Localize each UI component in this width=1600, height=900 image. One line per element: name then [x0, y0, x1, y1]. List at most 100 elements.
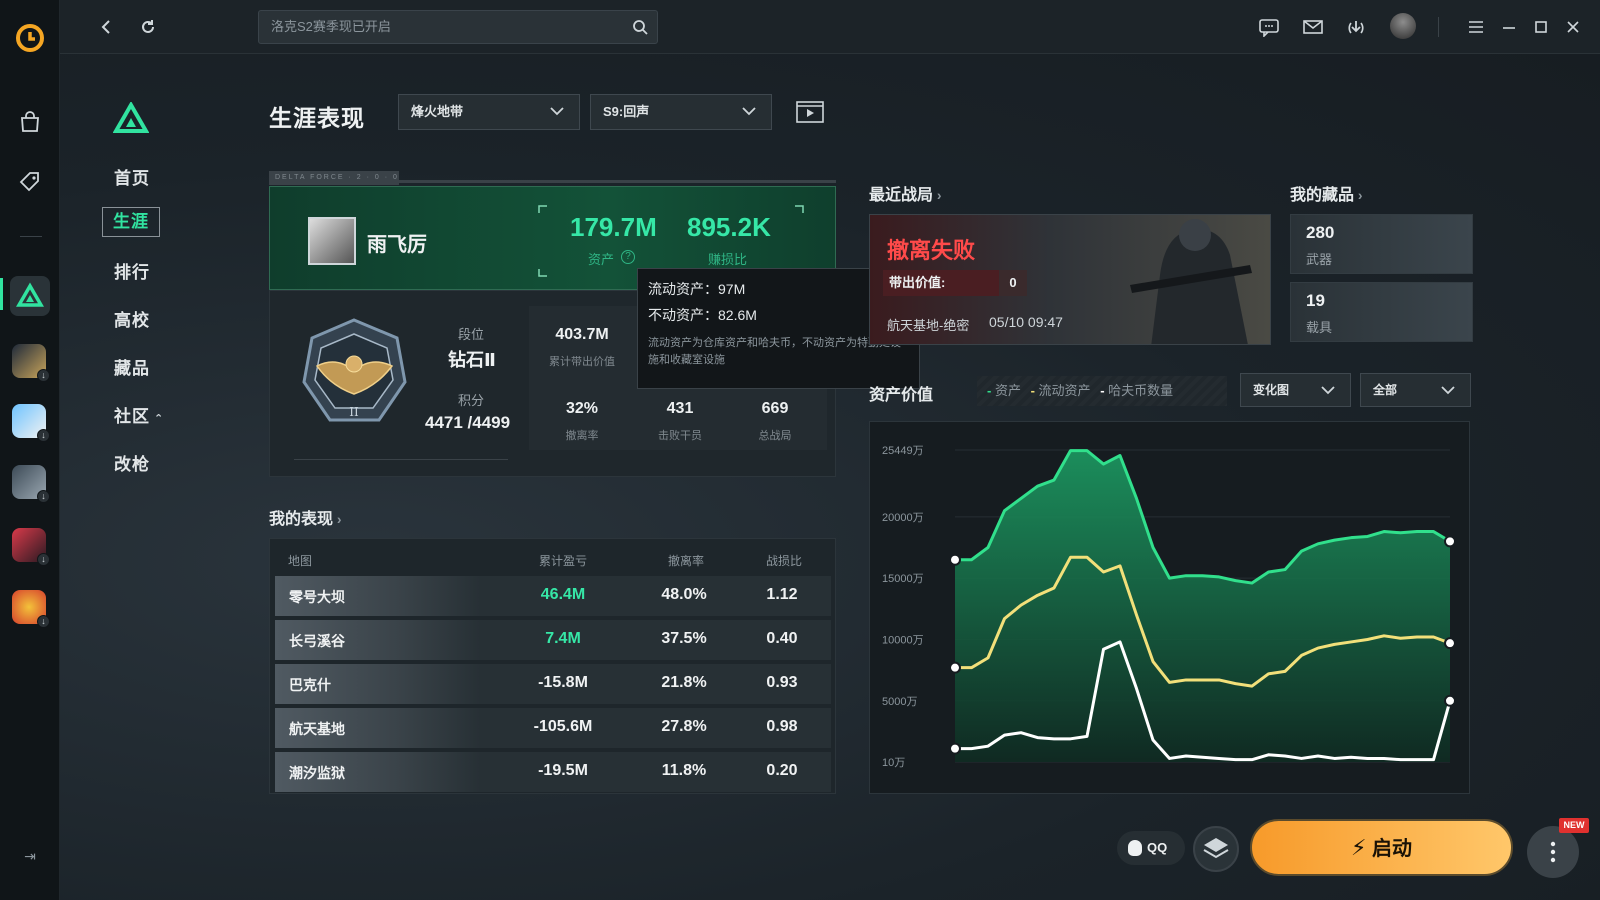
- chat-icon[interactable]: [1256, 14, 1282, 40]
- carried-value: 403.7M: [555, 326, 609, 343]
- vehicles-collection[interactable]: 19 载具: [1290, 282, 1473, 342]
- mail-icon[interactable]: [1300, 14, 1326, 40]
- recent-battle-card[interactable]: 撤离失败 带出价值: 0 航天基地-绝密 05/10 09:47: [869, 214, 1271, 345]
- asset-chart: 25449万 20000万 15000万 10000万 5000万 10万: [882, 445, 1456, 769]
- map-name: 零号大坝: [289, 589, 345, 605]
- table-row[interactable]: 长弓溪谷 7.4M 37.5% 0.40: [275, 620, 831, 660]
- close-icon[interactable]: [1560, 14, 1586, 40]
- subnav-collection[interactable]: 藏品: [114, 354, 150, 379]
- maximize-icon[interactable]: [1528, 14, 1554, 40]
- table-row[interactable]: 航天基地 -105.6M 27.8% 0.98: [275, 708, 831, 748]
- qq-label: QQ: [1147, 840, 1168, 855]
- rail-active-indicator: [0, 278, 3, 310]
- chevron-down-icon: [742, 107, 756, 116]
- series-endpoint[interactable]: [1444, 694, 1456, 707]
- map-name: 潮汐监狱: [289, 765, 345, 781]
- delta-force-logo-icon: [112, 100, 150, 139]
- more-options-button[interactable]: [1527, 826, 1579, 878]
- vehicles-count: 19: [1306, 291, 1325, 310]
- legend-coins: 哈夫币数量: [1108, 383, 1174, 398]
- soldier-game-icon[interactable]: ↓: [12, 465, 50, 503]
- download-icon: ↓: [37, 369, 50, 382]
- chart-view-select[interactable]: 变化图: [1240, 373, 1351, 407]
- kd-cell: 0.93: [766, 674, 798, 691]
- y-tick-label: 10万: [882, 757, 905, 769]
- launch-label: 启动: [1372, 838, 1412, 860]
- delta-force-game-icon[interactable]: [10, 276, 50, 316]
- expand-rail-icon[interactable]: ⇥: [20, 846, 40, 866]
- weapons-collection[interactable]: 280 武器: [1290, 214, 1473, 274]
- panda-game-icon[interactable]: ↓: [12, 404, 50, 442]
- table-row[interactable]: 零号大坝 46.4M 48.0% 1.12: [275, 576, 831, 616]
- series-endpoint[interactable]: [1444, 535, 1456, 548]
- series-endpoint[interactable]: [949, 553, 961, 566]
- download-icon: ↓: [37, 553, 50, 566]
- assets-area: [955, 450, 1450, 762]
- launch-button[interactable]: ⚡ 启动: [1250, 819, 1513, 876]
- y-tick-label: 10000万: [882, 634, 924, 646]
- map-name: 长弓溪谷: [289, 633, 345, 649]
- chart-legend: - 资产 - 流动资产 - 哈夫币数量: [977, 376, 1227, 406]
- escape-rate-value: 32%: [565, 400, 599, 417]
- series-endpoint[interactable]: [949, 661, 961, 674]
- card-tab: DELTA FORCE · 2 · 0 · 0 · 5: [269, 171, 399, 195]
- recent-battle-title[interactable]: 最近战局 ›: [869, 181, 942, 205]
- layers-icon[interactable]: [1193, 826, 1239, 872]
- search-icon[interactable]: [627, 14, 653, 40]
- store-bag-icon[interactable]: [10, 102, 50, 142]
- series-endpoint[interactable]: [1444, 637, 1456, 650]
- rail-divider: [20, 236, 42, 237]
- chart-range-select[interactable]: 全部: [1360, 373, 1471, 407]
- season-select[interactable]: S9:回声: [590, 94, 772, 130]
- assets-value: 179.7M: [570, 212, 657, 242]
- player-avatar[interactable]: [308, 217, 356, 265]
- crossfire-game-icon[interactable]: ↓: [12, 590, 50, 628]
- performance-title[interactable]: 我的表现 ›: [269, 505, 342, 529]
- performance-title-label: 我的表现: [269, 511, 334, 528]
- subnav-gun-mod[interactable]: 改枪: [114, 450, 150, 475]
- game-mode-select[interactable]: 烽火地带: [398, 94, 580, 130]
- recent-battle-title-label: 最近战局: [869, 187, 934, 204]
- carried-out-value: 0: [999, 270, 1027, 296]
- subnav-ranking[interactable]: 排行: [114, 258, 150, 283]
- page-title: 生涯表现: [269, 105, 365, 131]
- escape-cell: 21.8%: [661, 674, 707, 691]
- download-manager-icon[interactable]: [1343, 14, 1369, 40]
- y-tick-label: 20000万: [882, 512, 924, 524]
- subnav-community[interactable]: 社区 ⌃: [114, 402, 164, 427]
- refresh-icon[interactable]: [135, 14, 161, 40]
- series-endpoint[interactable]: [949, 742, 961, 755]
- subnav-career[interactable]: 生涯: [102, 207, 160, 237]
- legend-assets: 资产: [994, 383, 1021, 398]
- total-matches-label: 总战局: [758, 430, 792, 442]
- help-icon[interactable]: ?: [621, 250, 635, 264]
- table-row[interactable]: 潮汐监狱 -19.5M 11.8% 0.20: [275, 752, 831, 792]
- chevron-right-icon: ›: [1354, 187, 1363, 203]
- user-avatar[interactable]: [1390, 13, 1416, 39]
- subnav-college[interactable]: 高校: [114, 306, 150, 331]
- subnav-home[interactable]: 首页: [114, 164, 150, 189]
- qq-button[interactable]: QQ: [1117, 831, 1185, 865]
- download-icon: ↓: [37, 429, 50, 442]
- menu-icon[interactable]: [1463, 14, 1489, 40]
- league-game-icon[interactable]: ↓: [12, 344, 50, 382]
- profit-cell: 7.4M: [545, 630, 581, 647]
- kd-cell: 0.20: [766, 762, 798, 779]
- tag-icon[interactable]: [10, 162, 50, 202]
- back-icon[interactable]: [93, 14, 119, 40]
- escape-cell: 11.8%: [661, 762, 707, 779]
- table-row[interactable]: 巴克什 -15.8M 21.8% 0.93: [275, 664, 831, 704]
- search-input[interactable]: 洛克S2赛季现已开启: [258, 10, 658, 44]
- minimize-icon[interactable]: [1496, 14, 1522, 40]
- points-label: 积分: [458, 393, 485, 408]
- collection-title[interactable]: 我的藏品 ›: [1290, 181, 1363, 205]
- valorant-game-icon[interactable]: ↓: [12, 528, 50, 566]
- carried-out-value-box: 带出价值:: [883, 270, 999, 296]
- map-name: 航天基地: [289, 721, 345, 737]
- kd-cell: 0.98: [766, 718, 798, 735]
- video-play-icon[interactable]: [796, 98, 824, 124]
- svg-text:II: II: [349, 405, 359, 419]
- subnav-community-label: 社区: [114, 407, 150, 426]
- app-logo-icon[interactable]: [10, 18, 50, 58]
- points-value: 4471 /4499: [425, 413, 511, 432]
